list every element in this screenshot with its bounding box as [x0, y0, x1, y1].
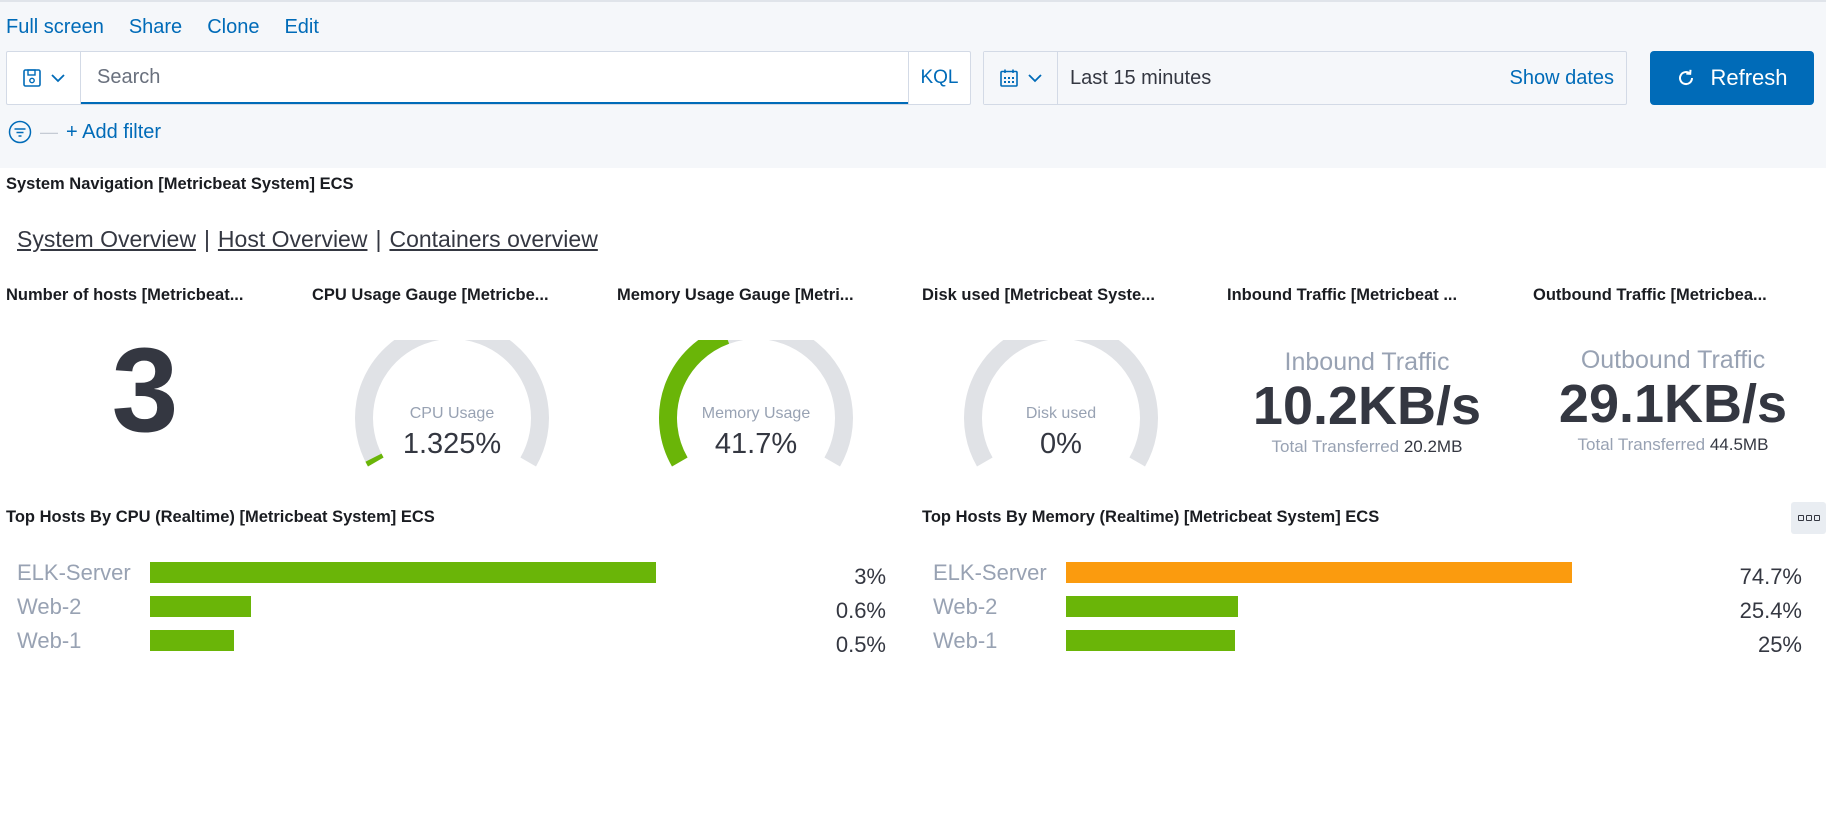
top-memory-panel-title: Top Hosts By Memory (Realtime) [Metricbe…: [922, 508, 1380, 526]
inbound-total: Total Transferred 20.2MB: [1227, 437, 1507, 457]
search-wrap: [81, 52, 908, 104]
memory-host-name: ELK-Server: [933, 560, 1047, 585]
link-separator: |: [203, 226, 210, 252]
memory-host-name: Web-2: [933, 594, 998, 619]
filter-row: — + Add filter: [8, 120, 161, 144]
show-dates-button[interactable]: Show dates: [1509, 52, 1626, 104]
cpu-host-name: Web-1: [17, 628, 82, 653]
cpu-bar[interactable]: [150, 630, 234, 651]
refresh-button[interactable]: Refresh: [1650, 51, 1814, 105]
outbound-panel-title: Outbound Traffic [Metricbea...: [1533, 286, 1767, 304]
search-input[interactable]: [81, 52, 908, 102]
top-menu: Full screen Share Clone Edit: [6, 16, 319, 39]
chevron-down-icon: [1027, 74, 1042, 83]
outbound-label: Outbound Traffic: [1580, 346, 1766, 374]
time-picker: Last 15 minutes Show dates: [983, 51, 1627, 105]
navigation-links: System Overview | Host Overview | Contai…: [17, 226, 598, 253]
hosts-count: 3: [111, 323, 179, 457]
memory-bar[interactable]: [1066, 596, 1238, 617]
query-bar: KQL: [6, 51, 971, 105]
full-screen-link[interactable]: Full screen: [6, 16, 104, 39]
share-link[interactable]: Share: [129, 16, 182, 39]
time-range-label[interactable]: Last 15 minutes: [1058, 52, 1509, 104]
edit-link[interactable]: Edit: [284, 16, 318, 39]
quick-menu-button[interactable]: [984, 52, 1058, 104]
filter-divider: —: [40, 121, 58, 142]
cpu-host-name: Web-2: [17, 594, 82, 619]
memory-bar[interactable]: [1066, 562, 1572, 583]
add-filter-button[interactable]: + Add filter: [66, 121, 161, 144]
hosts-panel-title: Number of hosts [Metricbeat...: [6, 286, 244, 304]
link-separator: |: [375, 226, 382, 252]
inbound-traffic: Inbound Traffic 10.2KB/s Total Transferr…: [1227, 348, 1507, 457]
clone-link[interactable]: Clone: [207, 16, 259, 39]
host-overview-link[interactable]: Host Overview: [218, 226, 368, 253]
outbound-total: Total Transferred 44.5MB: [1533, 435, 1813, 455]
memory-host-name: Web-1: [933, 628, 998, 653]
inbound-value: 10.2KB/s: [1252, 376, 1482, 436]
outbound-value: 29.1KB/s: [1558, 374, 1788, 434]
top-nav: Full screen Share Clone Edit KQL Last 15…: [0, 0, 1826, 168]
inbound-panel-title: Inbound Traffic [Metricbeat ...: [1227, 286, 1458, 304]
navigation-panel-title: System Navigation [Metricbeat System] EC…: [6, 175, 354, 193]
outbound-total-value: 44.5MB: [1709, 435, 1769, 454]
cpu-value-label: 0.5%: [835, 632, 886, 657]
cpu-gauge-label: CPU Usage: [409, 405, 495, 422]
filter-icon[interactable]: [8, 120, 32, 144]
cpu-panel-title: CPU Usage Gauge [Metricbe...: [312, 286, 549, 304]
memory-bar[interactable]: [1066, 630, 1235, 651]
memory-gauge-value: 41.7%: [714, 428, 798, 460]
top-cpu-panel-title: Top Hosts By CPU (Realtime) [Metricbeat …: [6, 508, 435, 526]
outbound-traffic: Outbound Traffic 29.1KB/s Total Transfer…: [1533, 346, 1813, 455]
inbound-total-label: Total Transferred: [1271, 437, 1400, 456]
refresh-icon: [1679, 69, 1694, 86]
cpu-gauge-value: 1.325%: [402, 428, 502, 460]
cpu-value-label: 0.6%: [835, 598, 886, 623]
memory-panel-title: Memory Usage Gauge [Metri...: [617, 286, 854, 304]
cpu-value-label: 3%: [854, 564, 886, 589]
cpu-bar[interactable]: [150, 562, 656, 583]
system-overview-link[interactable]: System Overview: [17, 226, 196, 253]
save-icon: [22, 69, 41, 87]
inbound-label: Inbound Traffic: [1284, 348, 1450, 376]
saved-query-button[interactable]: [7, 52, 81, 104]
memory-gauge-label: Memory Usage: [701, 405, 811, 422]
disk-panel-title: Disk used [Metricbeat Syste...: [922, 286, 1155, 304]
chevron-down-icon: [50, 74, 65, 83]
memory-value-label: 25%: [1757, 632, 1802, 657]
kql-button[interactable]: KQL: [908, 52, 970, 104]
memory-value-label: 25.4%: [1739, 598, 1802, 623]
memory-value-label: 74.7%: [1739, 564, 1802, 589]
panel-options-button[interactable]: [1791, 502, 1826, 534]
containers-overview-link[interactable]: Containers overview: [389, 226, 597, 253]
calendar-icon: [999, 69, 1018, 87]
outbound-total-label: Total Transferred: [1577, 435, 1706, 454]
disk-gauge-value: 0%: [1040, 428, 1082, 460]
inbound-total-value: 20.2MB: [1403, 437, 1463, 456]
cpu-host-name: ELK-Server: [17, 560, 131, 585]
cpu-bar[interactable]: [150, 596, 251, 617]
disk-gauge-label: Disk used: [1025, 405, 1097, 422]
refresh-label: Refresh: [1710, 65, 1788, 90]
